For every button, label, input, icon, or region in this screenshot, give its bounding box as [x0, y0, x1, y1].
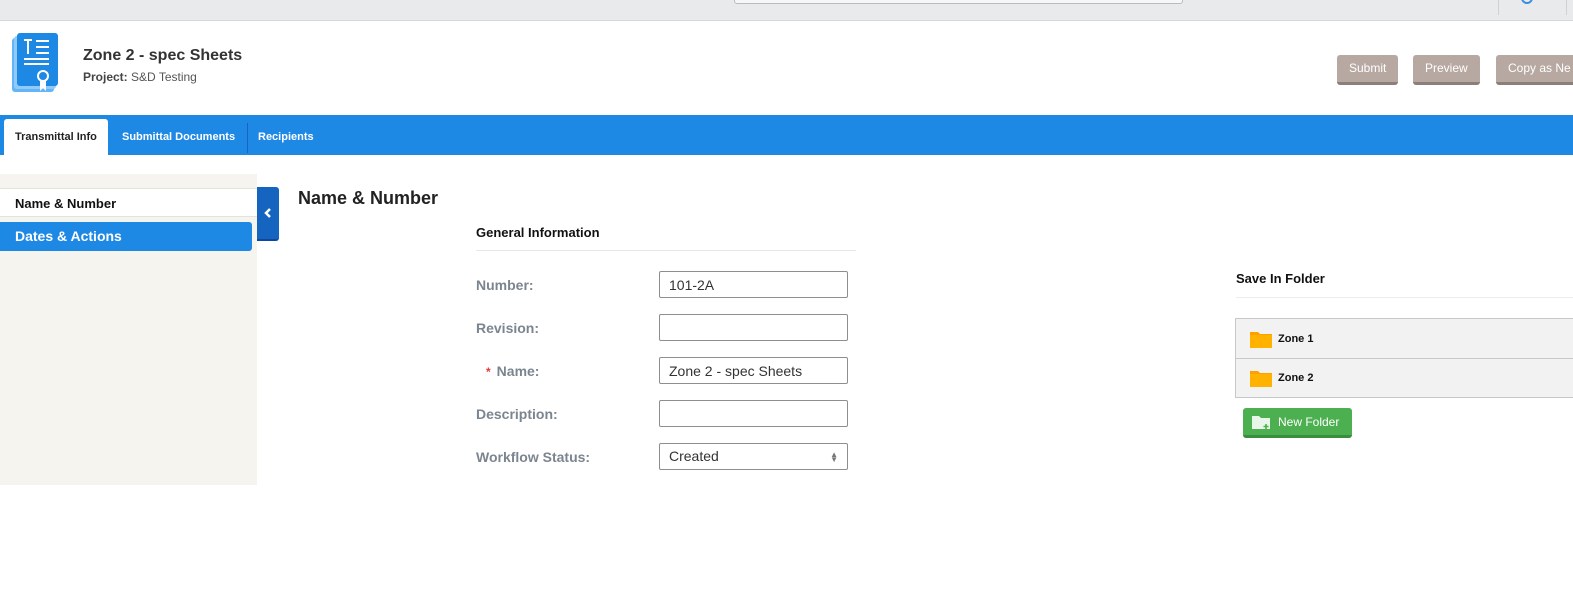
copy-as-new-button[interactable]: Copy as Ne [1496, 55, 1573, 85]
folder-icon [1250, 371, 1272, 387]
sidebar-item-dates-actions[interactable]: Dates & Actions [0, 222, 252, 251]
collapse-sidebar-button[interactable] [257, 187, 279, 241]
tab-bar: Transmittal Info Submittal Documents Rec… [0, 115, 1573, 155]
workflow-status-value: Created [669, 448, 719, 464]
name-label: Name: [496, 363, 540, 379]
folder-add-icon [1252, 415, 1270, 429]
folder-item[interactable]: Zone 1 [1236, 319, 1573, 358]
revision-label: Revision: [476, 320, 540, 336]
workflow-status-label: Workflow Status: [476, 449, 591, 465]
toolbar-divider [1566, 0, 1567, 15]
toolbar-divider [1498, 0, 1499, 15]
folder-name: Zone 1 [1278, 332, 1314, 345]
tab-recipients[interactable]: Recipients [247, 119, 325, 155]
browser-toolbar [0, 0, 1573, 21]
select-arrows-icon: ▲ ▼ [830, 449, 838, 464]
submit-button[interactable]: Submit [1337, 55, 1399, 85]
chevron-left-icon [264, 208, 271, 218]
page-header: Zone 2 - spec Sheets Project: S&D Testin… [0, 21, 1573, 115]
workflow-status-select[interactable]: Created ▲ ▼ [659, 443, 848, 470]
sidebar-item-name-number[interactable]: Name & Number [0, 188, 257, 217]
required-marker: * [486, 365, 491, 379]
divider [476, 250, 856, 251]
new-folder-label: New Folder [1278, 414, 1340, 429]
transmittal-book-icon [12, 33, 58, 92]
name-input[interactable] [659, 357, 848, 384]
tab-transmittal-info[interactable]: Transmittal Info [4, 119, 108, 155]
description-label: Description: [476, 406, 558, 422]
save-in-folder-heading: Save In Folder [1236, 271, 1325, 286]
revision-input[interactable] [659, 314, 848, 341]
project-label: Project: [83, 70, 128, 84]
page-title: Zone 2 - spec Sheets [83, 47, 243, 64]
tab-submittal-documents[interactable]: Submittal Documents [111, 119, 246, 155]
project-name: S&D Testing [131, 70, 197, 84]
preview-button[interactable]: Preview [1413, 55, 1480, 85]
name-label-row: * Name: [476, 363, 539, 379]
folder-item[interactable]: Zone 2 [1236, 358, 1573, 397]
general-information-heading: General Information [476, 225, 600, 240]
divider [1236, 297, 1573, 298]
address-bar[interactable] [734, 0, 1183, 4]
description-input[interactable] [659, 400, 848, 427]
project-info: Project: S&D Testing [83, 70, 197, 84]
folder-icon [1250, 331, 1272, 348]
browser-profile-icon[interactable] [1521, 0, 1533, 4]
number-label: Number: [476, 277, 534, 293]
section-sidebar: Name & Number Dates & Actions [0, 174, 257, 485]
folder-list: Zone 1 Zone 2 [1235, 318, 1573, 398]
new-folder-button[interactable]: New Folder [1243, 408, 1352, 438]
number-input[interactable] [659, 271, 848, 298]
folder-name: Zone 2 [1278, 372, 1314, 384]
section-title: Name & Number [298, 188, 439, 208]
